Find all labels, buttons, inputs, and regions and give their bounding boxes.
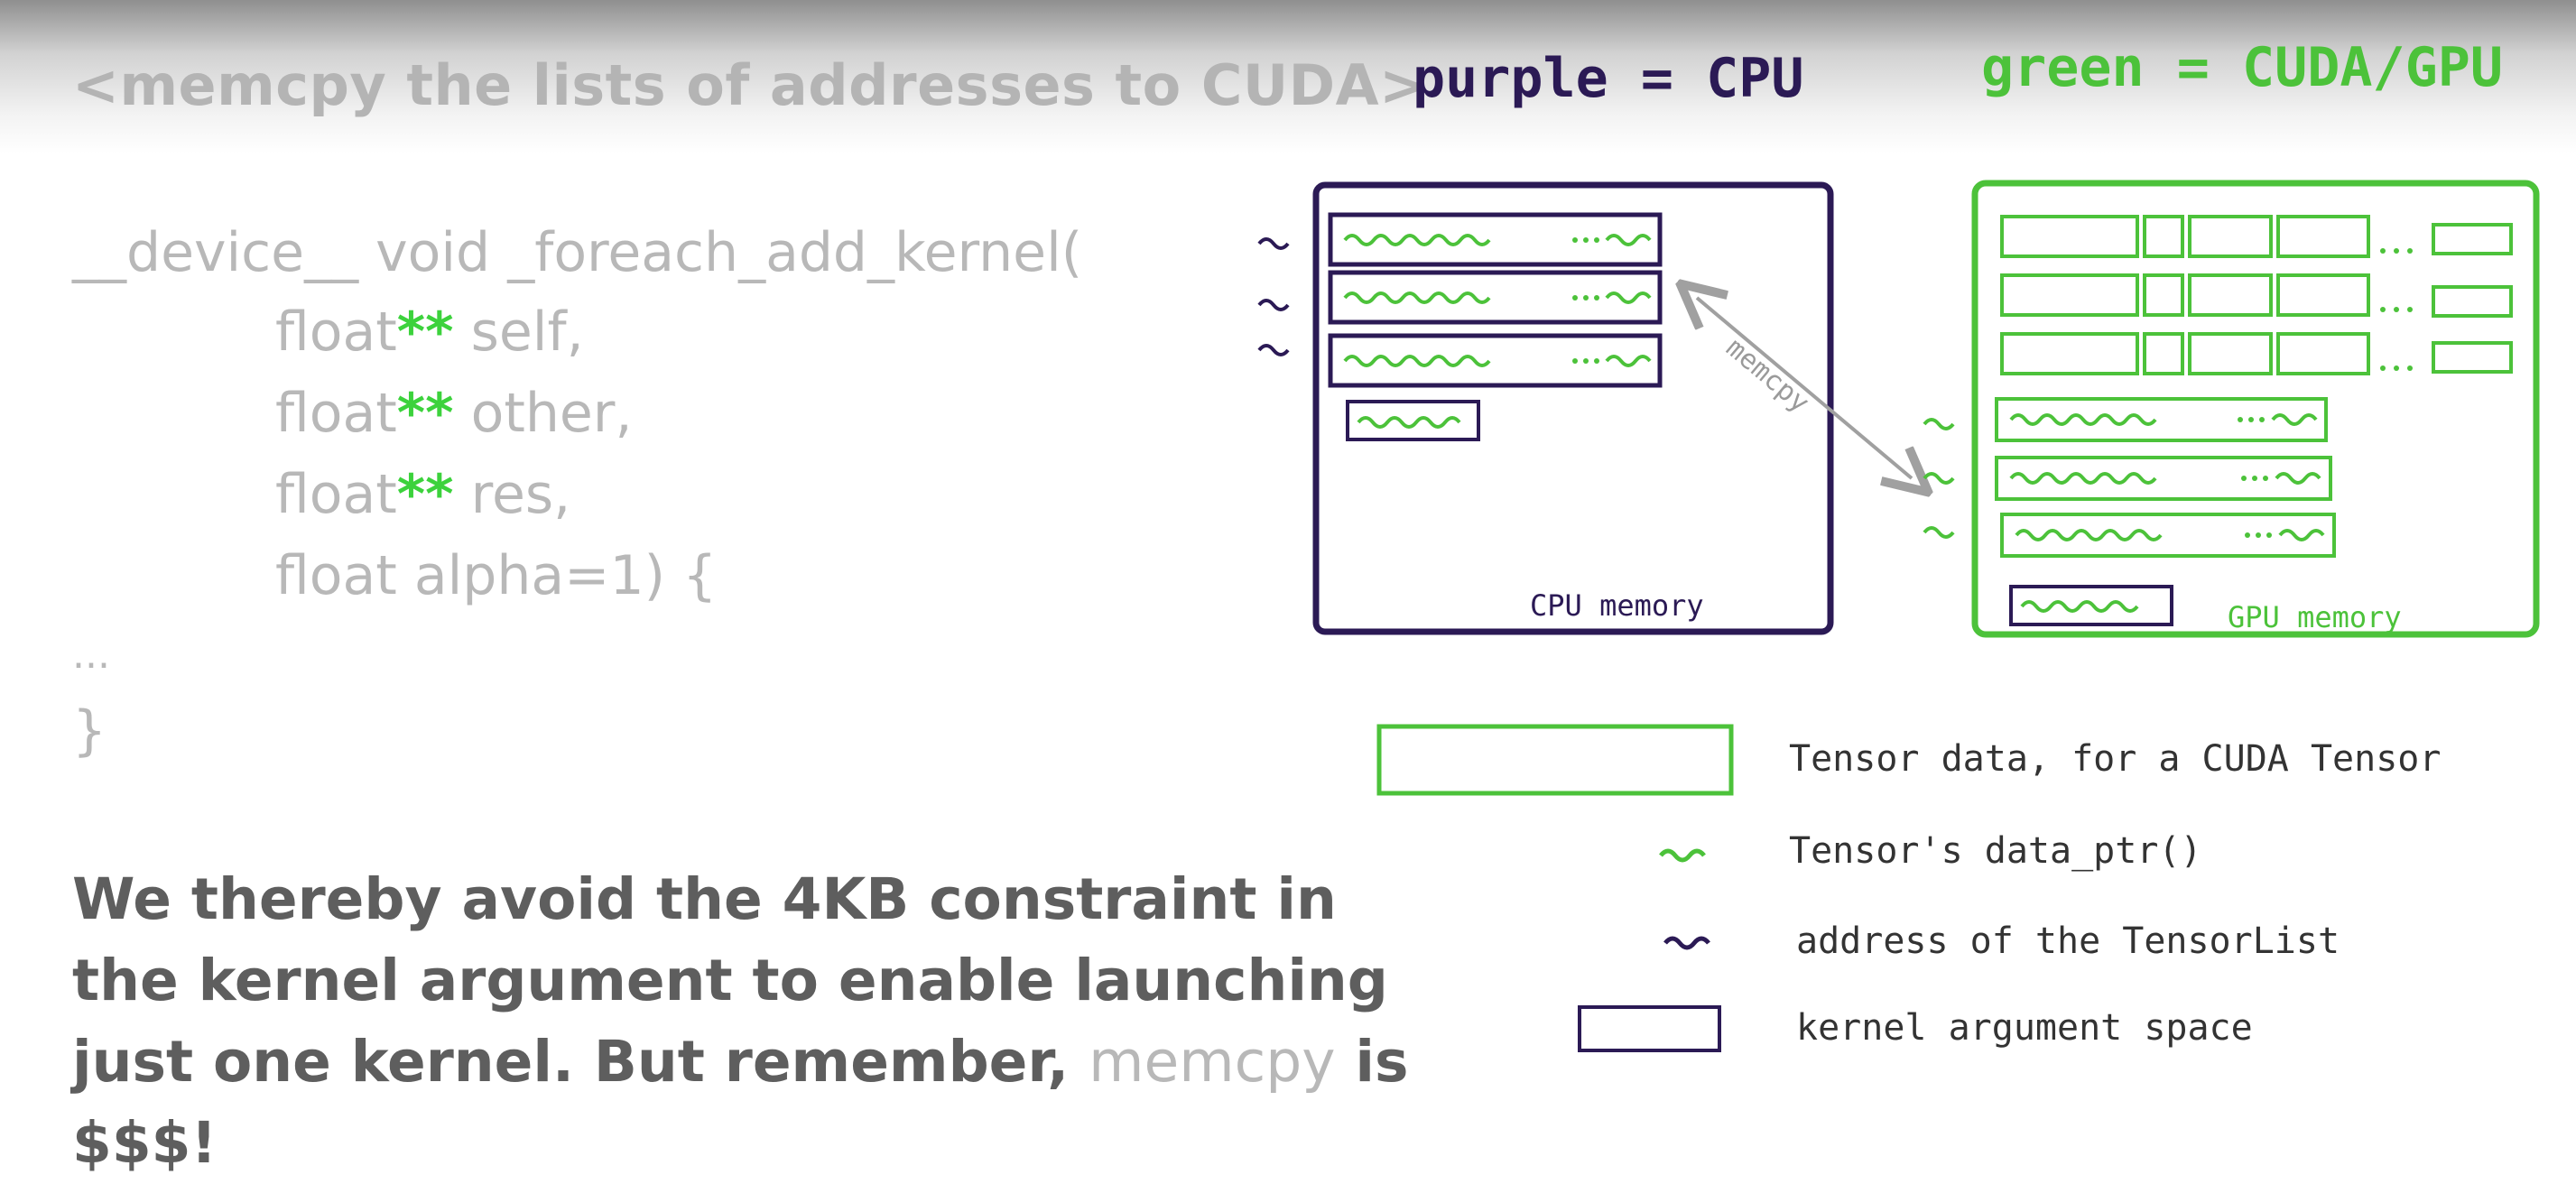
cpu-row-squiggles [1343, 234, 1652, 367]
cpu-small-box-squiggle [1357, 416, 1461, 429]
gpu-tensor-data-rows [2000, 215, 2513, 375]
cpu-row-ellipsis [1572, 237, 1599, 364]
gpu-row-ellipsis [2238, 417, 2272, 538]
gpu-memory-box [1923, 180, 2540, 638]
legend-data-ptr: Tensor's data_ptr() [1789, 830, 2202, 872]
dark-box-icon [1578, 1005, 1721, 1052]
tensorlist-address-squiggles [1257, 237, 1290, 356]
legend-tensor-data: Tensor data, for a CUDA Tensor [1789, 738, 2442, 780]
cpu-tensorlist-rows [1328, 212, 1663, 388]
green-box-icon [1376, 724, 1734, 796]
gpu-memory-label: GPU memory [2228, 600, 2402, 634]
gpu-address-squiggles [1923, 418, 1955, 539]
purple-squiggle-icon [1663, 936, 1710, 950]
legend-tensorlist-address: address of the TensorList [1796, 920, 2340, 962]
cpu-memory-label: CPU memory [1530, 588, 1704, 623]
green-squiggle-icon [1659, 848, 1706, 863]
gpu-tensor-row-ellipsis [2380, 248, 2413, 371]
gpu-small-box-squiggle [2020, 600, 2139, 613]
gpu-row-squiggles [2009, 413, 2325, 541]
memory-diagram [1257, 180, 2540, 1052]
cpu-memory-box [1257, 181, 1834, 635]
legend-kernel-arg-space: kernel argument space [1796, 1007, 2253, 1049]
